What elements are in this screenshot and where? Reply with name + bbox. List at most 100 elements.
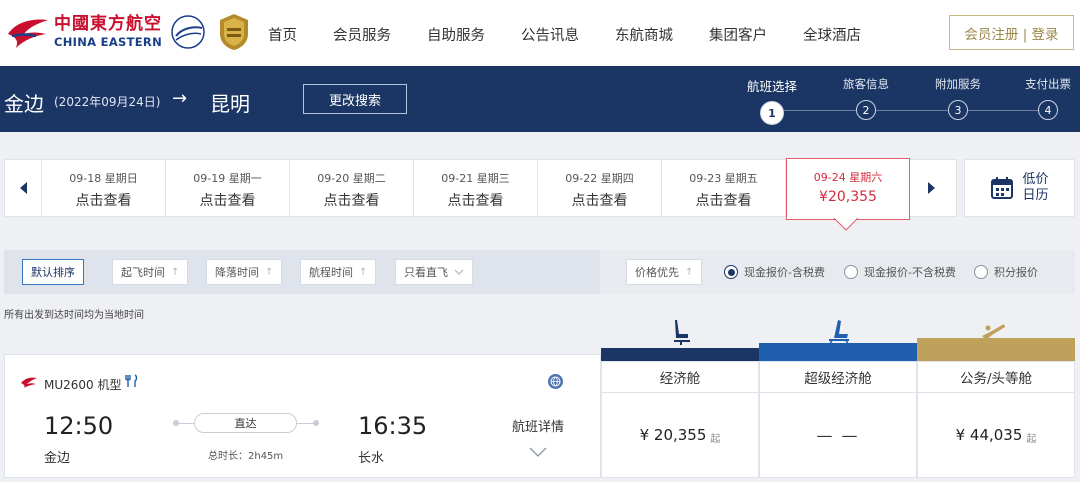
next-dates-button[interactable] (910, 159, 954, 217)
price-mode-label: 积分报价 (994, 266, 1038, 279)
premium-price-cell: — — (759, 392, 917, 478)
economy-price-cell[interactable]: ¥ 20,355 起 (601, 392, 759, 478)
date-option[interactable]: 09-18 星期日 点击查看 (42, 160, 166, 216)
date-option[interactable]: 09-20 星期二 点击查看 (290, 160, 414, 216)
direct-only-label: 只看直飞 (404, 266, 448, 279)
date-day: 09-23 星期五 (689, 172, 758, 185)
date-price: 点击查看 (323, 193, 380, 209)
radio-icon (974, 265, 988, 279)
arrival-time: 16:35 (358, 412, 428, 440)
sort-duration-button[interactable]: 航程时间 ↑ (300, 259, 377, 285)
china-eastern-logo[interactable]: 中國東方航空 CHINA EASTERN (6, 12, 162, 52)
premium-color-bar (759, 343, 917, 361)
date-option-selected[interactable]: 09-24 星期六 ¥20,355 (786, 158, 910, 220)
date-option[interactable]: 09-22 星期四 点击查看 (538, 160, 662, 216)
sort-takeoff-button[interactable]: 起飞时间 ↑ (112, 259, 189, 285)
date-price: ¥20,355 (819, 189, 877, 205)
top-navigation: 中國東方航空 CHINA EASTERN 首页 会员服务 自助服务 公告讯息 东… (0, 0, 1080, 66)
date-price: 点击查看 (447, 193, 504, 209)
nav-home[interactable]: 首页 (268, 24, 297, 45)
business-price-cell[interactable]: ¥ 44,035 起 (917, 392, 1075, 478)
date-option[interactable]: 09-19 星期一 点击查看 (166, 160, 290, 216)
meal-icon (125, 374, 138, 387)
price-from-suffix: 起 (1026, 433, 1037, 445)
sort-takeoff-label: 起飞时间 (121, 266, 165, 279)
origin-city: 金边 (4, 92, 44, 116)
direct-only-filter[interactable]: 只看直飞 (395, 259, 473, 285)
swallow-logo-icon (8, 19, 48, 48)
cabin-business-header[interactable]: 公务/头等舱 (917, 361, 1075, 393)
arrival-airport: 长水 (358, 451, 385, 466)
price-mode-label: 现金报价-不含税费 (864, 266, 956, 279)
date-price: 点击查看 (695, 193, 752, 209)
nav-member-services[interactable]: 会员服务 (333, 24, 391, 45)
chevron-down-icon[interactable] (529, 447, 547, 457)
low-price-calendar-button[interactable]: 低价 日历 (964, 159, 1075, 217)
economy-seat-icon (674, 320, 690, 345)
sort-duration-label: 航程时间 (309, 266, 353, 279)
sort-arrow-icon: ↑ (685, 266, 694, 278)
nav-announcements[interactable]: 公告讯息 (521, 24, 579, 45)
sort-landing-label: 降落时间 (215, 266, 259, 279)
flight-duration: 总时长：2h45m (208, 451, 284, 462)
step-label: 附加服务 (935, 77, 981, 91)
premium-economy-seat-icon (829, 320, 849, 345)
date-option[interactable]: 09-23 星期五 点击查看 (662, 160, 786, 216)
sort-price-button[interactable]: 价格优先 ↑ (626, 259, 703, 285)
calendar-icon (991, 177, 1014, 199)
price-mode-points[interactable]: 积分报价 (974, 264, 1038, 280)
business-price: ¥ 44,035 (955, 426, 1023, 444)
date-price: 点击查看 (199, 193, 256, 209)
date-day: 09-18 星期日 (69, 172, 138, 185)
cabin-premium-header[interactable]: 超级经济舱 (759, 361, 917, 393)
economy-color-bar (601, 348, 759, 361)
brand-name-en: CHINA EASTERN (54, 34, 162, 49)
premium-price-unavailable: — — (816, 425, 860, 445)
service-badge-icon (220, 14, 248, 50)
date-day: 09-20 星期二 (317, 172, 386, 185)
date-day: 09-21 星期三 (441, 172, 510, 185)
sort-landing-button[interactable]: 降落时间 ↑ (206, 259, 283, 285)
step-number: 4 (1038, 100, 1058, 120)
date-day: 09-19 星期一 (193, 172, 262, 185)
step-label: 支付出票 (1025, 77, 1071, 91)
date-price: 点击查看 (571, 193, 628, 209)
local-time-note: 所有出发到达时间均为当地时间 (4, 310, 144, 321)
price-mode-cash-excl-tax[interactable]: 现金报价-不含税费 (844, 264, 956, 280)
main-nav: 首页 会员服务 自助服务 公告讯息 东航商城 集团客户 全球酒店 (268, 24, 897, 45)
airline-logo-icon (21, 377, 37, 388)
departure-airport: 金边 (44, 451, 71, 466)
direct-flight-badge: 直达 (194, 413, 297, 433)
modify-search-button[interactable]: 更改搜索 (303, 84, 407, 114)
chevron-down-icon (454, 269, 464, 275)
sort-arrow-icon: ↑ (265, 266, 274, 278)
nav-mall[interactable]: 东航商城 (615, 24, 673, 45)
price-mode-label: 现金报价-含税费 (744, 266, 825, 279)
step-extra-services: 附加服务 3 (918, 76, 998, 120)
step-number: 1 (760, 101, 784, 125)
date-option[interactable]: 09-21 星期三 点击查看 (414, 160, 538, 216)
date-day: 09-22 星期四 (565, 172, 634, 185)
date-day: 09-24 星期六 (813, 171, 883, 184)
nav-corporate[interactable]: 集团客户 (709, 24, 767, 45)
destination-city: 昆明 (210, 92, 250, 116)
nav-hotels[interactable]: 全球酒店 (803, 24, 861, 45)
flight-details-link[interactable]: 航班详情 (512, 416, 564, 435)
aircraft-info-icon[interactable] (548, 374, 563, 389)
step-passenger-info: 旅客信息 2 (826, 76, 906, 120)
register-login-button[interactable]: 会员注册 | 登录 (949, 15, 1074, 50)
cabin-economy-header[interactable]: 经济舱 (601, 361, 759, 393)
price-mode-cash-incl-tax[interactable]: 现金报价-含税费 (724, 264, 825, 280)
step-flight-selection: 航班选择 1 (732, 76, 812, 125)
date-price: 点击查看 (75, 193, 132, 209)
step-number: 3 (948, 100, 968, 120)
prev-dates-button[interactable] (4, 159, 42, 217)
sort-default-button[interactable]: 默认排序 (22, 259, 84, 285)
calendar-label: 日历 (1022, 188, 1049, 203)
sort-default-label: 默认排序 (31, 266, 75, 279)
nav-self-service[interactable]: 自助服务 (427, 24, 485, 45)
selected-date-pointer (834, 218, 858, 231)
sort-price-label: 价格优先 (635, 266, 679, 279)
radio-icon (844, 265, 858, 279)
price-from-suffix: 起 (710, 433, 721, 445)
